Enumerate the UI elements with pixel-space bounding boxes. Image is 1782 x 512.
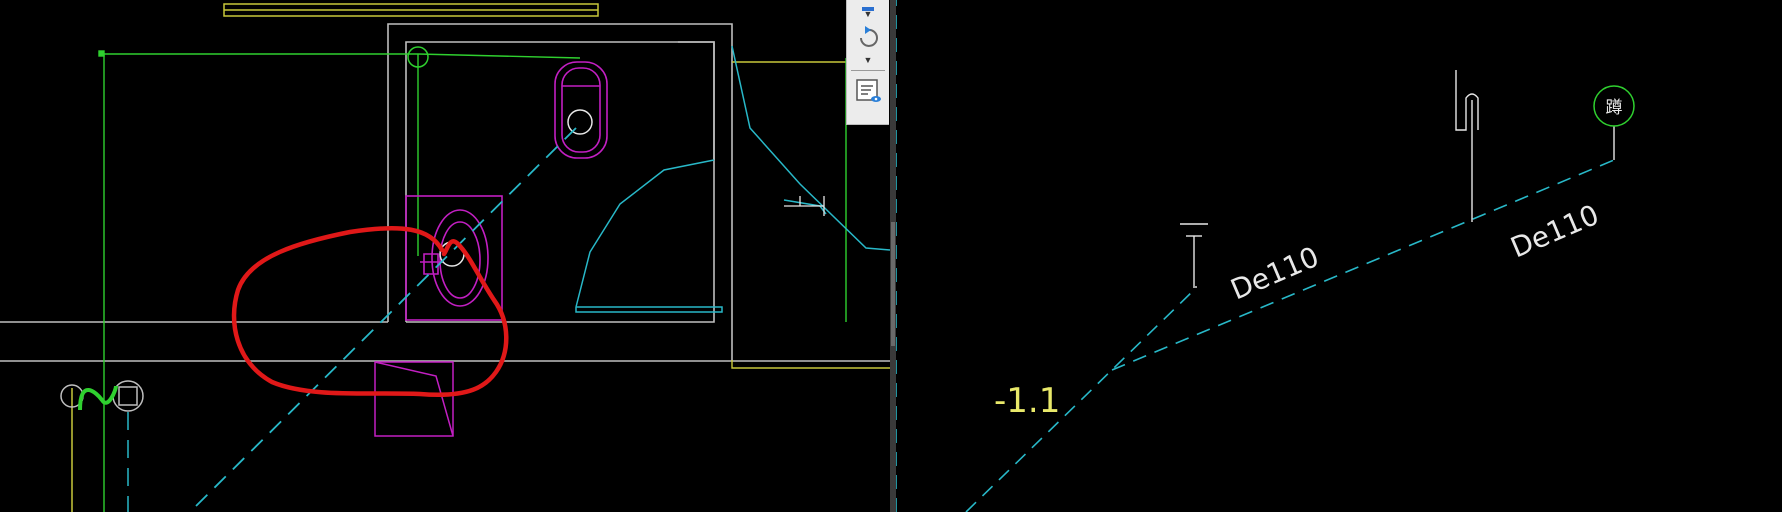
pipe-label-2: De110: [1506, 198, 1604, 264]
view-properties-icon[interactable]: [852, 76, 884, 106]
squat-toilet-fixture: [405, 195, 503, 321]
drain-point-icon: [567, 109, 593, 135]
toolbar-caret-1[interactable]: ▼: [859, 10, 877, 19]
bottom-left-fixtures: [60, 380, 144, 512]
dashed-drain-pipe: [189, 127, 577, 512]
axonometric-drawing: 蹲 -1.1 De110 De110: [896, 0, 1635, 512]
orbit-icon[interactable]: [852, 22, 884, 52]
pipe-label-1: De110: [1226, 240, 1324, 306]
valve-symbol: [784, 196, 825, 216]
plan-viewport[interactable]: ▼ ▼: [0, 0, 890, 512]
plan-drawing: [0, 3, 890, 512]
symbol-label: 蹲: [1606, 98, 1623, 118]
risers: [1180, 70, 1615, 288]
yellow-top-element: [223, 3, 599, 17]
red-annotation-circle: [231, 226, 509, 397]
splitter-grip[interactable]: [891, 222, 895, 346]
green-pipes: [98, 50, 847, 512]
cyan-partition: [575, 45, 890, 313]
axonometric-pipes: [896, 0, 1615, 512]
lower-fixture: [374, 361, 454, 437]
view-toolbar: ▼ ▼: [846, 0, 889, 125]
walls: [0, 23, 890, 362]
elevation-label: -1.1: [994, 381, 1060, 421]
toolbar-caret-2[interactable]: ▼: [859, 56, 877, 65]
p-trap-icon: [78, 385, 118, 411]
toolbar-top-stub: [852, 0, 884, 11]
axonometric-viewport[interactable]: 蹲 -1.1 De110 De110: [896, 0, 1782, 512]
